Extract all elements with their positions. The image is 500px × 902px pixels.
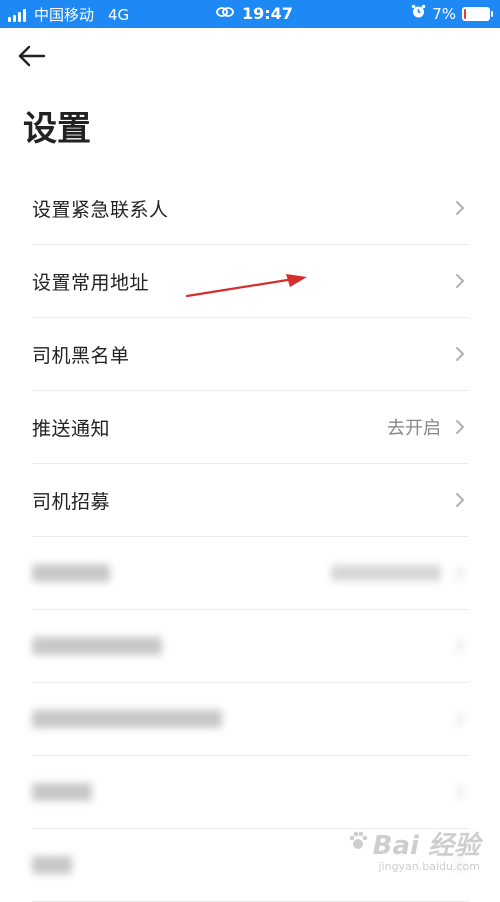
page-title: 设置 xyxy=(23,109,91,149)
network-type: 4G xyxy=(108,5,130,24)
chevron-right-icon xyxy=(455,346,465,362)
settings-row[interactable]: 推送通知 去开启 xyxy=(32,391,469,464)
settings-row-right xyxy=(455,711,469,727)
settings-row-right xyxy=(455,273,469,289)
blurred-row[interactable] xyxy=(32,683,469,756)
watermark-text: Bai 经验 xyxy=(372,831,480,861)
settings-row-right xyxy=(455,346,469,362)
settings-row-label: 设置紧急联系人 xyxy=(32,198,169,221)
status-right: 7% xyxy=(411,4,493,23)
blurred-row-label xyxy=(32,710,222,728)
blurred-row-label xyxy=(32,564,110,582)
chevron-right-icon xyxy=(455,492,465,508)
watermark-main: Bai 经验 xyxy=(347,825,480,862)
signal-icon xyxy=(8,8,26,22)
settings-row-right xyxy=(455,638,469,654)
settings-row-right: 去开启 xyxy=(387,414,469,440)
annotation-arrow-icon xyxy=(185,274,307,298)
battery-level xyxy=(464,8,466,19)
status-bar: 中国移动 4G 19:47 7% xyxy=(0,0,500,28)
blurred-row-label xyxy=(32,783,92,801)
status-left: 中国移动 4G xyxy=(8,4,129,25)
battery-percent: 7% xyxy=(432,4,456,23)
settings-row[interactable]: 司机黑名单 xyxy=(32,318,469,391)
chevron-right-icon xyxy=(455,200,465,216)
settings-row-right xyxy=(455,200,469,216)
chevron-right-icon xyxy=(455,638,465,654)
chevron-right-icon xyxy=(455,784,465,800)
settings-row-label: 推送通知 xyxy=(32,417,111,440)
chevron-right-icon xyxy=(455,419,465,435)
blurred-row[interactable] xyxy=(32,610,469,683)
status-center: 19:47 xyxy=(216,4,293,23)
settings-row[interactable]: 司机招募 xyxy=(32,464,469,537)
chevron-right-icon xyxy=(455,273,465,289)
link-icon xyxy=(216,4,234,23)
watermark-url: jingyan.baidu.com xyxy=(378,860,480,873)
chevron-right-icon xyxy=(455,565,465,581)
alarm-icon xyxy=(411,4,426,23)
settings-row-right xyxy=(455,784,469,800)
blurred-row-label xyxy=(32,856,72,874)
watermark: Bai 经验 jingyan.baidu.com xyxy=(347,825,480,873)
back-button[interactable] xyxy=(14,40,50,72)
chevron-right-icon xyxy=(455,711,465,727)
settings-row-label: 设置常用地址 xyxy=(32,271,150,294)
settings-row[interactable]: 设置紧急联系人 xyxy=(32,172,469,245)
carrier-label: 中国移动 xyxy=(34,6,95,24)
settings-row-label: 司机黑名单 xyxy=(32,344,130,367)
blurred-row[interactable] xyxy=(32,756,469,829)
battery-icon xyxy=(462,6,493,21)
blurred-row-label xyxy=(32,637,162,655)
status-time: 19:47 xyxy=(242,4,293,23)
paw-icon xyxy=(347,829,369,859)
back-arrow-icon xyxy=(18,45,46,67)
settings-row-right xyxy=(331,565,469,581)
settings-row-label: 司机招募 xyxy=(32,490,111,513)
settings-row-value: 去开启 xyxy=(387,418,441,439)
blurred-row[interactable] xyxy=(32,537,469,610)
settings-row-right xyxy=(455,492,469,508)
blurred-row-value xyxy=(331,565,441,581)
